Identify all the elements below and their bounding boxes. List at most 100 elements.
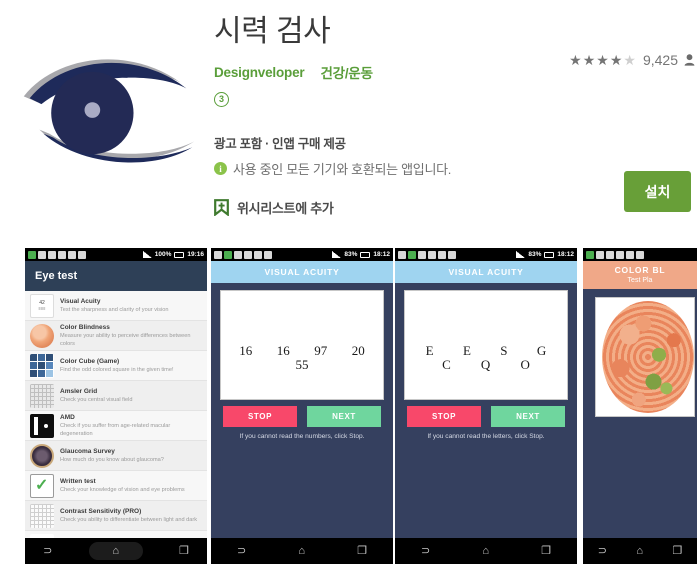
screenshot-1-eye-test-list[interactable]: 100% 19:16 Eye test 42 ≡≡≡ Visual Acuity … [25, 248, 207, 564]
colorblind-plate-card [595, 297, 695, 417]
acuity-header: VISUAL ACUITY [395, 261, 577, 283]
list-item-title: Color Blindness [60, 324, 110, 331]
person-icon [684, 54, 695, 66]
list-item[interactable]: 42 ≡≡≡ Visual Acuity Test the sharpness a… [25, 291, 207, 321]
list-item[interactable]: Color Cube (Game) Find the odd colored s… [25, 351, 207, 381]
acuity-char: 55 [295, 357, 309, 372]
signal-icon [516, 251, 526, 258]
statusbar-notification-icons [398, 250, 456, 259]
acuity-test-card: E E S G C Q O [404, 290, 568, 400]
back-icon[interactable]: ⊃ [421, 545, 430, 557]
battery-percent: 100% [154, 251, 172, 258]
statusbar: 83% 18:12 [211, 248, 393, 261]
list-item[interactable]: Amsler Grid Check you central visual fie… [25, 381, 207, 411]
home-icon[interactable]: ⌂ [112, 545, 119, 557]
battery-icon [360, 251, 371, 258]
statusbar-notification-icons [214, 250, 272, 259]
colorblind-subtitle: Test Pla [627, 277, 653, 284]
list-item[interactable]: Written test Check your knowledge of vis… [25, 471, 207, 501]
back-icon[interactable]: ⊃ [43, 545, 52, 557]
statusbar: 83% 18:12 [395, 248, 577, 261]
list-item-subtitle: Check if you suffer from age-related mac… [60, 423, 171, 437]
ishihara-plate-icon [602, 301, 694, 413]
compatibility-text: 사용 중인 모든 기기와 호환되는 앱입니다. [233, 162, 452, 177]
android-navbar[interactable]: ⊃ ⌂ ❐ [583, 538, 697, 564]
home-button[interactable]: ⌂ [88, 542, 143, 560]
recents-icon[interactable]: ❐ [541, 545, 551, 557]
android-navbar[interactable]: ⊃ ⌂ ❐ [395, 538, 577, 564]
statusbar-status: 83% 18:12 [332, 251, 390, 258]
stop-button[interactable]: STOP [223, 406, 297, 427]
category-link[interactable]: 건강/운동 [320, 62, 373, 82]
list-item-title: Glaucoma Survey [60, 448, 115, 455]
appbar-title: Eye test [25, 261, 207, 291]
screenshot-gallery[interactable]: 100% 19:16 Eye test 42 ≡≡≡ Visual Acuity … [0, 248, 697, 568]
test-list[interactable]: 42 ≡≡≡ Visual Acuity Test the sharpness a… [25, 291, 207, 544]
recents-icon[interactable]: ❐ [357, 545, 367, 557]
statusbar-notification-icons [586, 250, 644, 259]
android-navbar[interactable]: ⊃ ⌂ ❐ [25, 538, 207, 564]
statusbar-notification-icons [28, 250, 86, 259]
screenshot-2-visual-acuity-numbers[interactable]: 83% 18:12 VISUAL ACUITY 16 16 97 20 55 S… [211, 248, 393, 564]
list-item-subtitle: How much do you know about glaucoma? [60, 457, 164, 463]
glaucoma-eye-icon [30, 443, 54, 468]
statusbar [583, 248, 697, 261]
acuity-chart-icon: 42 ≡≡≡ [30, 293, 54, 318]
back-icon[interactable]: ⊃ [237, 545, 246, 557]
acuity-row-2: 55 [221, 357, 383, 373]
star-icon-5: ★ [623, 52, 637, 68]
clock: 19:16 [187, 251, 204, 258]
list-item-subtitle: Check your knowledge of vision and eye p… [60, 487, 185, 493]
acuity-test-card: 16 16 97 20 55 [220, 290, 384, 400]
amsler-grid-icon [30, 383, 54, 408]
home-icon[interactable]: ⌂ [482, 545, 489, 557]
developer-link[interactable]: Designveloper [214, 65, 305, 80]
recents-icon[interactable]: ❐ [179, 545, 189, 557]
statusbar: 100% 19:16 [25, 248, 207, 261]
color-cube-icon [30, 353, 54, 378]
list-item[interactable]: Glaucoma Survey How much do you know abo… [25, 441, 207, 471]
battery-percent: 83% [344, 251, 358, 258]
info-icon: i [214, 162, 227, 175]
acuity-button-row: STOP NEXT [395, 400, 577, 427]
add-to-wishlist-button[interactable]: 위시리스트에 추가 [214, 198, 689, 217]
next-button[interactable]: NEXT [307, 406, 381, 427]
acuity-row-2: C Q O [405, 357, 567, 373]
back-icon[interactable]: ⊃ [598, 545, 607, 557]
next-button[interactable]: NEXT [491, 406, 565, 427]
screenshot-3-visual-acuity-letters[interactable]: 83% 18:12 VISUAL ACUITY E E S G C Q O ST… [395, 248, 577, 564]
android-navbar[interactable]: ⊃ ⌂ ❐ [211, 538, 393, 564]
bookmark-plus-icon [214, 199, 229, 216]
star-icon-1: ★ [569, 52, 583, 68]
list-item[interactable]: AMD Check if you suffer from age-related… [25, 411, 207, 441]
signal-icon [142, 251, 152, 258]
star-icon-4: ★ [609, 52, 624, 68]
page-title: 시력 검사 [214, 15, 331, 48]
list-item-title: Written test [60, 478, 96, 485]
acuity-char: O [520, 357, 530, 372]
clock: 18:12 [557, 251, 574, 258]
statusbar-status: 83% 18:12 [516, 251, 574, 258]
wishlist-label: 위시리스트에 추가 [237, 201, 334, 216]
acuity-button-row: STOP NEXT [211, 400, 393, 427]
stop-button[interactable]: STOP [407, 406, 481, 427]
screenshot-4-color-blindness[interactable]: COLOR BL Test Pla ⊃ ⌂ ❐ [583, 248, 697, 564]
list-item[interactable]: Color Blindness Measure your ability to … [25, 321, 207, 351]
list-item-subtitle: Measure your ability to perceive differe… [60, 333, 191, 347]
colorblind-header: COLOR BL Test Pla [583, 261, 697, 289]
list-item-title: Visual Acuity [60, 298, 101, 305]
acuity-header: VISUAL ACUITY [211, 261, 393, 283]
home-icon[interactable]: ⌂ [298, 545, 305, 557]
recents-icon[interactable]: ❐ [672, 545, 682, 557]
battery-percent: 83% [528, 251, 542, 258]
list-item-title: Amsler Grid [60, 388, 98, 395]
signal-icon [332, 251, 342, 258]
list-item[interactable]: Contrast Sensitivity (PRO) Check you abi… [25, 501, 207, 531]
acuity-hint: If you cannot read the numbers, click St… [239, 433, 365, 440]
home-icon[interactable]: ⌂ [636, 545, 643, 557]
list-item-title: Contrast Sensitivity (PRO) [60, 508, 142, 515]
contrast-grid-icon [30, 503, 54, 528]
rating-count: 9,425 [642, 52, 678, 68]
install-button[interactable]: 설치 [624, 171, 691, 212]
battery-icon [544, 251, 555, 258]
